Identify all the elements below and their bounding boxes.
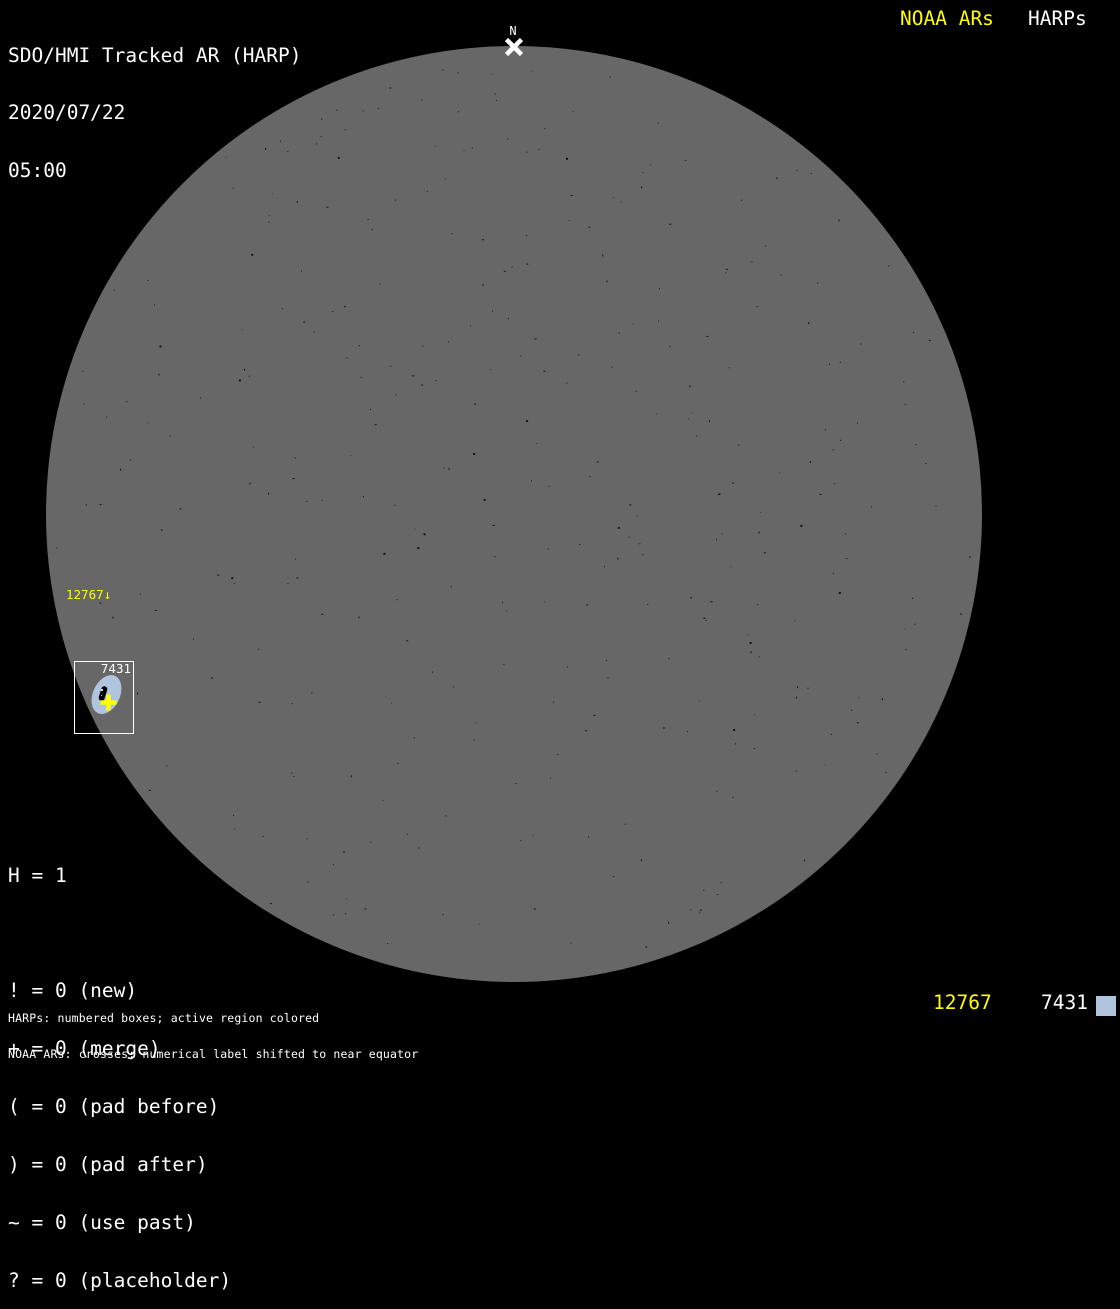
north-x-icon bbox=[504, 37, 524, 57]
harp-bounding-box: 7431 bbox=[74, 661, 135, 735]
noaa-ar-shifted-label: 12767↓ bbox=[66, 588, 111, 601]
legend-item: ( = 0 (pad before) bbox=[8, 1097, 231, 1116]
legend-spacer bbox=[8, 923, 231, 942]
listed-noaa-number: 12767 bbox=[933, 993, 992, 1013]
title-block: SDO/HMI Tracked AR (HARP) 2020/07/22 05:… bbox=[8, 7, 302, 200]
legend-item: ? = 0 (placeholder) bbox=[8, 1271, 231, 1290]
footnote-harps: HARPs: numbered boxes; active region col… bbox=[8, 1012, 418, 1024]
footnotes: HARPs: numbered boxes; active region col… bbox=[8, 988, 418, 1072]
date-label: 2020/07/22 bbox=[8, 103, 302, 122]
legend-item: ~ = 0 (use past) bbox=[8, 1213, 231, 1232]
north-label: N bbox=[503, 25, 523, 37]
listed-harp-number: 7431 bbox=[1041, 993, 1088, 1013]
harp-color-swatch bbox=[1096, 996, 1116, 1016]
page-title: SDO/HMI Tracked AR (HARP) bbox=[8, 46, 302, 65]
harps-column-header: HARPs bbox=[1028, 9, 1087, 29]
legend-item: ) = 0 (pad after) bbox=[8, 1155, 231, 1174]
harp-number-label: 7431 bbox=[101, 662, 131, 675]
noaa-ars-column-header: NOAA ARs bbox=[900, 9, 994, 29]
footnote-noaa: NOAA ARs: crosses; numerical label shift… bbox=[8, 1048, 418, 1060]
legend-harp-count: H = 1 bbox=[8, 866, 231, 885]
time-label: 05:00 bbox=[8, 161, 302, 180]
harp-tracking-screen: { "colors": { "background": "#000000", "… bbox=[0, 0, 1120, 1024]
